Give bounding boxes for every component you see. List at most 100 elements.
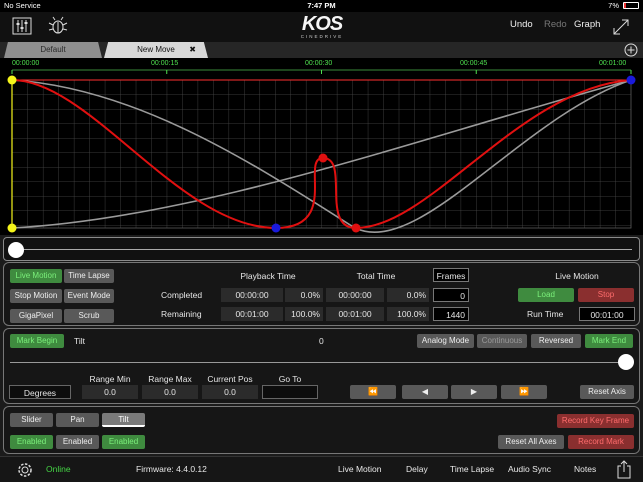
keyframe-start-bottom (7, 223, 17, 233)
timeline-scrubber[interactable] (3, 237, 640, 261)
record-key-frame-button[interactable]: Record Key Frame (557, 414, 634, 428)
kos-logo: KOS CINEDRIVE (300, 13, 344, 39)
completed-pct: 0.0% (285, 288, 323, 302)
move-tabs: Default New Move ✖ (0, 42, 643, 58)
battery-icon (623, 2, 639, 9)
run-time-label: Run Time (527, 309, 564, 319)
forward-fast-button[interactable]: ⏩ (501, 385, 547, 399)
step-back-button[interactable]: ◀ (402, 385, 448, 399)
completed-total: 00:00:00 (326, 288, 384, 302)
range-min-field[interactable]: 0.0 (82, 385, 138, 399)
nav-time-lapse[interactable]: Time Lapse (450, 464, 494, 474)
load-button[interactable]: Load (518, 288, 574, 302)
keyframe-red-low (351, 223, 361, 233)
redo-button[interactable]: Redo (544, 19, 567, 30)
scrub-mode-button[interactable]: Scrub (64, 309, 114, 323)
nav-live-motion[interactable]: Live Motion (338, 464, 381, 474)
continuous-button[interactable]: Continuous (477, 334, 527, 348)
run-time-field[interactable]: 00:01:00 (579, 307, 635, 321)
time-lapse-mode-button[interactable]: Time Lapse (64, 269, 114, 283)
mark-begin-button[interactable]: Mark Begin (10, 334, 64, 348)
analog-mode-button[interactable]: Analog Mode (417, 334, 474, 348)
tab-new-move[interactable]: New Move ✖ (104, 42, 208, 58)
motion-graph[interactable]: 00:00:00 00:00:15 00:00:30 00:00:45 00:0… (0, 58, 643, 235)
current-pos-field: 0.0 (202, 385, 258, 399)
keyframe-end-blue (626, 75, 636, 85)
reset-axis-button[interactable]: Reset Axis (580, 385, 634, 399)
playback-panel: Live Motion Time Lapse Stop Motion Event… (3, 262, 640, 326)
close-icon[interactable]: ✖ (189, 42, 196, 58)
gear-icon[interactable] (15, 460, 35, 482)
event-mode-button[interactable]: Event Mode (64, 289, 114, 303)
range-min-label: Range Min (89, 374, 131, 384)
completed-total-pct: 0.0% (387, 288, 429, 302)
range-max-field[interactable]: 0.0 (142, 385, 198, 399)
remaining-label: Remaining (161, 309, 202, 319)
go-to-field[interactable] (262, 385, 318, 399)
keyframe-red-mid (318, 153, 328, 163)
battery-percent: 7% (608, 1, 619, 10)
axis-value: 0 (319, 336, 324, 346)
tab-default[interactable]: Default (4, 42, 102, 58)
remaining-frames[interactable]: 1440 (433, 307, 469, 321)
completed-time: 00:00:00 (221, 288, 283, 302)
undo-button[interactable]: Undo (510, 19, 533, 30)
connection-status: Online (46, 464, 71, 474)
scrub-track (16, 249, 632, 250)
step-back-icon: ◀ (421, 387, 429, 396)
rewind-fast-button[interactable]: ⏪ (350, 385, 396, 399)
go-to-label: Go To (278, 374, 302, 384)
play-icon: ▶ (470, 387, 478, 396)
remaining-total-pct: 100.0% (387, 307, 429, 321)
tab-label: New Move (137, 45, 175, 54)
clock: 7:47 PM (307, 1, 336, 10)
total-time-header: Total Time (356, 271, 396, 281)
nav-delay[interactable]: Delay (406, 464, 428, 474)
current-pos-label: Current Pos (207, 374, 253, 384)
share-icon[interactable] (617, 460, 631, 481)
tab-pan[interactable]: Pan (56, 413, 99, 427)
mark-end-button[interactable]: Mark End (585, 334, 633, 348)
completed-label: Completed (161, 290, 203, 300)
gigapixel-mode-button[interactable]: GigaPixel (10, 309, 62, 323)
graph-button[interactable]: Graph (574, 19, 600, 30)
remaining-time: 00:01:00 (221, 307, 283, 321)
tab-slider[interactable]: Slider (10, 413, 53, 427)
reset-all-axes-button[interactable]: Reset All Axes (498, 435, 564, 449)
record-mark-button[interactable]: Record Mark (568, 435, 634, 449)
nav-audio-sync[interactable]: Audio Sync (508, 464, 551, 474)
add-move-icon[interactable] (624, 43, 638, 59)
rewind-fast-icon: ⏪ (368, 387, 378, 396)
tilt-enabled-toggle[interactable]: Enabled (102, 435, 145, 449)
scrub-handle[interactable] (8, 242, 24, 258)
playback-time-header: Playback Time (240, 271, 296, 281)
remaining-total: 00:01:00 (326, 307, 384, 321)
live-motion-mode-button[interactable]: Live Motion (10, 269, 62, 283)
completed-frames: 0 (433, 288, 469, 302)
stop-motion-mode-button[interactable]: Stop Motion (10, 289, 62, 303)
remaining-pct: 100.0% (285, 307, 323, 321)
axes-panel: Slider Pan Tilt Enabled Enabled Enabled … (3, 406, 640, 454)
status-bar: No Service 7:47 PM 7% (0, 0, 643, 12)
axis-name: Tilt (74, 336, 86, 346)
keyframe-start-top (7, 75, 17, 85)
stop-button[interactable]: Stop (578, 288, 634, 302)
slider-enabled-toggle[interactable]: Enabled (10, 435, 53, 449)
step-forward-button[interactable]: ▶ (451, 385, 497, 399)
pan-enabled-toggle[interactable]: Enabled (56, 435, 99, 449)
top-toolbar: KOS CINEDRIVE Undo Redo Graph (0, 12, 643, 42)
expand-icon[interactable] (612, 18, 630, 38)
reversed-button[interactable]: Reversed (531, 334, 581, 348)
units-select[interactable]: Degrees (9, 385, 71, 399)
axis-slider-track[interactable] (10, 362, 624, 363)
forward-fast-icon: ⏩ (519, 387, 529, 396)
sliders-icon[interactable] (12, 17, 32, 37)
live-motion-header: Live Motion (555, 271, 599, 281)
bug-icon[interactable] (48, 16, 68, 38)
tab-tilt[interactable]: Tilt (102, 413, 145, 427)
frames-label: Frames (433, 268, 469, 282)
axis-slider-handle[interactable] (618, 354, 634, 370)
graph-canvas (7, 69, 636, 233)
bottom-bar: Online Firmware: 4.4.0.12 Live Motion De… (0, 456, 643, 482)
nav-notes[interactable]: Notes (574, 464, 596, 474)
